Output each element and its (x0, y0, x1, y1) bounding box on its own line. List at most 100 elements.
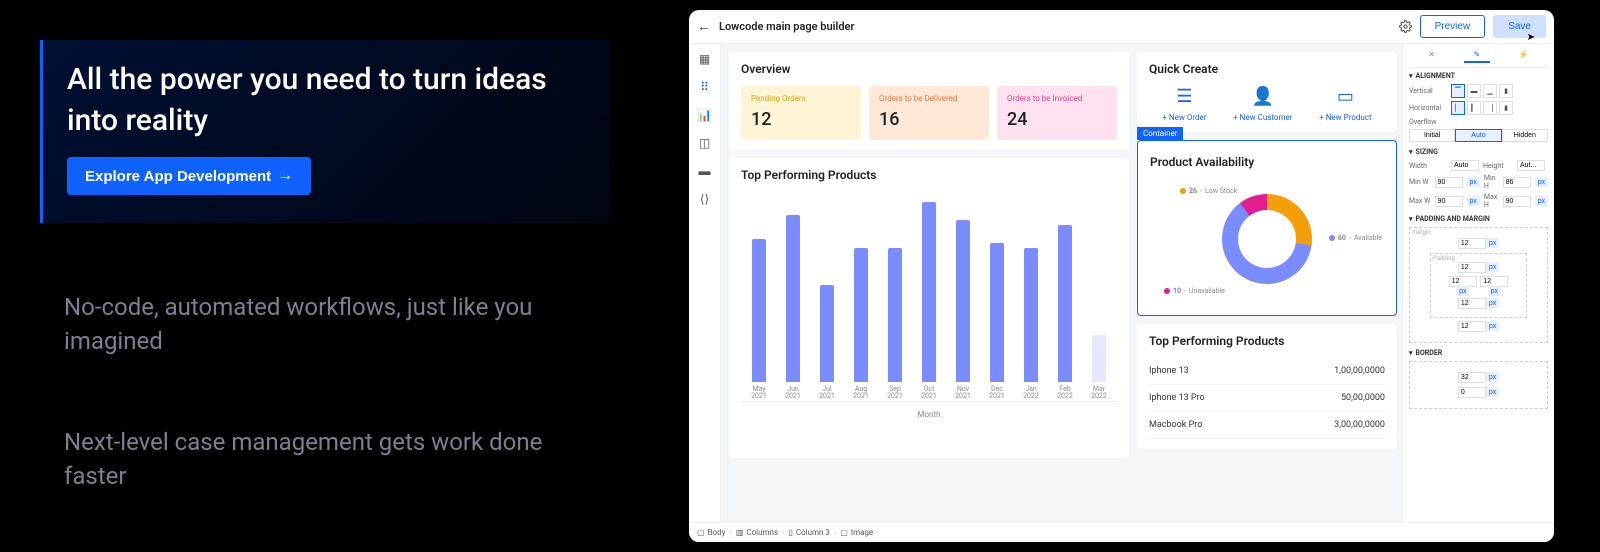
align-justify-button[interactable]: ▮ (1499, 101, 1513, 115)
preview-button[interactable]: Preview (1420, 15, 1486, 38)
maxh-input[interactable] (1503, 196, 1531, 207)
legend-unavailable: 10 - Unavailable (1164, 287, 1225, 295)
new-product-button[interactable]: ▭ + New Product (1319, 86, 1371, 122)
unit-label: px (1535, 196, 1548, 206)
code-icon[interactable]: ⟨⟩ (698, 192, 712, 206)
components-icon[interactable]: ◫ (698, 136, 712, 150)
card-icon[interactable]: ▬ (698, 164, 712, 178)
overflow-label: Overflow (1409, 118, 1447, 126)
overflow-auto-button[interactable]: Auto (1455, 129, 1501, 142)
horizontal-label: Horizontal (1409, 104, 1447, 112)
section-title: PADDING AND MARGIN (1416, 215, 1490, 223)
grid-icon[interactable]: ⠿ (698, 80, 712, 94)
bar-x-label: Jan2022 (1023, 386, 1039, 401)
height-input[interactable] (1517, 160, 1545, 171)
list-item[interactable]: Iphone 13 Pro50,00,0000 (1149, 385, 1385, 412)
align-bottom-button[interactable]: ▁ (1483, 84, 1497, 98)
tab-design[interactable]: ✎ (1464, 48, 1491, 63)
maxw-label: Max W (1409, 197, 1431, 205)
stat-orders-invoiced[interactable]: Orders to be Invoiced 24 (997, 86, 1117, 140)
stat-label: Pending Orders (751, 94, 851, 103)
blurb-workflows: No-code, automated workflows, just like … (64, 291, 600, 358)
stat-value: 16 (879, 109, 979, 130)
list-item[interactable]: Iphone 131,00,00,0000 (1149, 358, 1385, 385)
top-products-list-title: Top Performing Products (1149, 334, 1385, 348)
quick-create-title: Quick Create (1149, 62, 1385, 76)
crumb-columns[interactable]: ▥ Columns (736, 528, 778, 537)
bar (922, 202, 936, 382)
legend-low-stock: 26 - Low Stock (1180, 187, 1237, 195)
overflow-initial-button[interactable]: Initial (1409, 129, 1455, 142)
crumb-image[interactable]: ▢ Image (840, 528, 873, 537)
unit-label: px (1467, 177, 1480, 187)
blurb-case-management: Next-level case management gets work don… (64, 426, 600, 493)
bar-x-label: Oct2021 (921, 386, 937, 401)
margin-top-input[interactable] (1458, 238, 1486, 249)
stat-pending-orders[interactable]: Pending Orders 12 (741, 86, 861, 140)
border-side-input[interactable] (1458, 387, 1486, 398)
alignment-section: ▾ALIGNMENT Vertical ▔ ▬ ▁ ▮ Horizontal ▏… (1409, 72, 1548, 142)
chart-xlabel: Month (741, 410, 1117, 419)
explore-app-dev-button[interactable]: Explore App Development → (67, 157, 311, 195)
vertical-label: Vertical (1409, 87, 1447, 95)
align-middle-button[interactable]: ▬ (1467, 84, 1481, 98)
padding-bottom-input[interactable] (1458, 298, 1486, 309)
tab-tools[interactable]: ✕ (1418, 48, 1445, 63)
stat-label: Orders to be Delivered (879, 94, 979, 103)
padding-top-input[interactable] (1458, 262, 1486, 273)
bar (1058, 225, 1072, 382)
overflow-segment: Initial Auto Hidden (1409, 129, 1548, 142)
inspector-panel: ✕ ✎ ⚡ ▾ALIGNMENT Vertical ▔ ▬ ▁ ▮ Horizo… (1402, 44, 1554, 522)
chart-icon[interactable]: 📊 (698, 108, 712, 122)
border-width-input[interactable] (1458, 372, 1486, 383)
availability-title: Product Availability (1150, 155, 1384, 169)
border-section: ▾BORDER px px (1409, 349, 1548, 409)
width-input[interactable] (1451, 160, 1479, 171)
save-button[interactable]: Save ➤ (1493, 15, 1546, 38)
overflow-hidden-button[interactable]: Hidden (1502, 129, 1548, 142)
new-customer-button[interactable]: 👤 + New Customer (1233, 86, 1292, 122)
unit-label: px (1535, 177, 1548, 187)
container-tag: Container (1137, 127, 1183, 140)
bar (990, 243, 1004, 381)
box-model: margin px Padding px px px px px (1409, 227, 1548, 343)
minw-input[interactable] (1435, 177, 1463, 188)
back-button[interactable]: ← (697, 18, 711, 35)
stat-value: 24 (1007, 109, 1107, 130)
sizing-section: ▾SIZING Width Height Min Wpx Min Hpx Max… (1409, 148, 1548, 209)
list-item[interactable]: Macbook Pro3,00,00,0000 (1149, 412, 1385, 439)
crumb-body[interactable]: ▢ Body (697, 528, 725, 537)
breadcrumb: ▢ Body› ▥ Columns› ▯ Column 3› ▢ Image (689, 522, 1554, 542)
bar (1092, 335, 1106, 381)
cta-label: Explore App Development (85, 168, 271, 185)
overview-card: Overview Pending Orders 12 Orders to be … (729, 52, 1129, 150)
maxw-input[interactable] (1435, 196, 1463, 207)
quick-create-card: Quick Create ☰ + New Order 👤 + New Custo… (1137, 52, 1397, 132)
canvas: Overview Pending Orders 12 Orders to be … (721, 44, 1402, 522)
gear-icon[interactable] (1399, 20, 1412, 33)
height-label: Height (1483, 162, 1513, 170)
stat-orders-delivered[interactable]: Orders to be Delivered 16 (869, 86, 989, 140)
crumb-column3[interactable]: ▯ Column 3 (788, 528, 829, 537)
qc-label: + New Product (1319, 113, 1371, 122)
top-products-list-card: Top Performing Products Iphone 131,00,00… (1137, 324, 1397, 449)
section-title: ALIGNMENT (1416, 72, 1456, 80)
new-order-button[interactable]: ☰ + New Order (1162, 86, 1206, 122)
overview-title: Overview (741, 62, 1117, 76)
align-right-button[interactable]: ▕ (1483, 101, 1497, 115)
bar-x-label: Dec2021 (989, 386, 1005, 401)
align-stretch-button[interactable]: ▮ (1499, 84, 1513, 98)
margin-bottom-input[interactable] (1458, 321, 1486, 332)
dashboard-icon[interactable]: ▦ (698, 52, 712, 66)
minh-label: Min H (1484, 174, 1499, 190)
width-label: Width (1409, 162, 1447, 170)
align-top-button[interactable]: ▔ (1451, 84, 1465, 98)
product-availability-card[interactable]: Container Product Availability 26 - Low … (1137, 140, 1397, 316)
align-center-button[interactable]: ▎ (1467, 101, 1481, 115)
minh-input[interactable] (1503, 177, 1531, 188)
unit-label: px (1467, 196, 1480, 206)
bar (1024, 248, 1038, 382)
tab-actions[interactable]: ⚡ (1509, 48, 1539, 63)
align-left-button[interactable]: ▏ (1451, 101, 1465, 115)
app-body: ▦ ⠿ 📊 ◫ ▬ ⟨⟩ Overview Pending Orders 12 (689, 44, 1554, 522)
